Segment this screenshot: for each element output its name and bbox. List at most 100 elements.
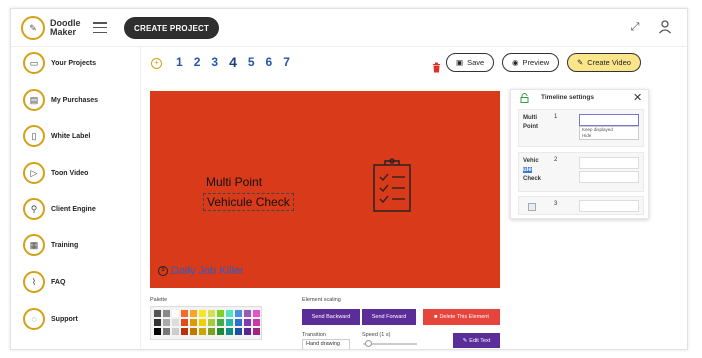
timeline-row-index: 1 <box>554 114 558 120</box>
color-swatch[interactable] <box>181 328 188 335</box>
eye-icon: ◉ <box>512 58 519 67</box>
close-icon[interactable]: ✕ <box>633 91 642 104</box>
send-forward-button[interactable]: Send Forward <box>362 309 416 325</box>
timeline-display-select[interactable] <box>579 200 639 212</box>
timeline-row-index: 3 <box>554 201 558 207</box>
color-swatch[interactable] <box>244 310 251 317</box>
sidebar-item-label: FAQ <box>51 278 66 286</box>
transition-label: Transition <box>302 332 326 338</box>
menu-icon[interactable] <box>93 22 107 33</box>
slide-6-button[interactable]: 6 <box>266 55 273 70</box>
timeline-row: Multi Point 1 Keep displayed Hide <box>518 109 644 147</box>
sidebar-item-white-label[interactable]: ▯ White Label <box>23 124 90 148</box>
color-swatch[interactable] <box>235 319 242 326</box>
color-swatch[interactable] <box>172 319 179 326</box>
edit-icon: ✎ <box>462 337 468 344</box>
color-swatch[interactable] <box>208 319 215 326</box>
send-backward-button[interactable]: Send Backward <box>302 309 360 325</box>
color-swatch[interactable] <box>235 310 242 317</box>
timeline-row-index: 2 <box>554 157 558 163</box>
slide-canvas[interactable]: Multi Point Vehicule Check $ Daily Job K… <box>150 91 500 288</box>
add-slide-button[interactable]: + <box>151 58 162 69</box>
color-swatch[interactable] <box>172 310 179 317</box>
color-swatch[interactable] <box>253 319 260 326</box>
image-thumbnail-icon <box>528 203 536 211</box>
brand-watermark: $ Daily Job Killer <box>158 265 244 277</box>
speed-label: Speed (1 s) <box>362 332 391 338</box>
color-swatch[interactable] <box>172 328 179 335</box>
sidebar-item-my-purchases[interactable]: ▤ My Purchases <box>23 88 98 112</box>
name-part: Check <box>523 176 542 182</box>
save-button[interactable]: ▣ Save <box>446 53 495 72</box>
color-swatch[interactable] <box>217 310 224 317</box>
slide-1-button[interactable]: 1 <box>176 55 183 70</box>
color-swatch[interactable] <box>199 319 206 326</box>
color-swatch[interactable] <box>163 310 170 317</box>
color-swatch[interactable] <box>199 328 206 335</box>
speed-slider-handle[interactable] <box>365 340 372 347</box>
delete-element-label: Delete This Element <box>439 314 489 320</box>
color-swatch[interactable] <box>181 319 188 326</box>
preview-button[interactable]: ◉ Preview <box>502 53 560 72</box>
color-swatch[interactable] <box>244 319 251 326</box>
color-swatch[interactable] <box>226 310 233 317</box>
timeline-display-select[interactable] <box>579 157 639 169</box>
sidebar-item-label: Client Engine <box>51 205 96 213</box>
color-swatch[interactable] <box>181 310 188 317</box>
canvas-text-line1[interactable]: Multi Point <box>206 175 262 189</box>
user-icon[interactable] <box>657 19 673 35</box>
option-hide[interactable]: Hide <box>580 133 638 139</box>
sidebar-item-toon-video[interactable]: ▷ Toon Video <box>23 161 88 185</box>
color-swatch[interactable] <box>163 319 170 326</box>
create-video-button[interactable]: ✎ Create Video <box>567 53 641 72</box>
color-swatch[interactable] <box>190 328 197 335</box>
slide-5-button[interactable]: 5 <box>248 55 255 70</box>
color-swatch[interactable] <box>244 328 251 335</box>
color-swatch[interactable] <box>163 328 170 335</box>
paperclip-icon: ⌇ <box>23 271 45 293</box>
canvas-text-line2[interactable]: Vehicule Check <box>203 193 294 211</box>
color-swatch[interactable] <box>154 310 161 317</box>
sidebar-item-client-engine[interactable]: ⚲ Client Engine <box>23 197 96 221</box>
slide-3-button[interactable]: 3 <box>211 55 218 70</box>
color-swatch[interactable] <box>190 310 197 317</box>
logo-text: Doodle Maker <box>50 19 81 37</box>
logo[interactable]: ✎ Doodle Maker <box>21 16 81 40</box>
delete-element-button[interactable]: ■ Delete This Element <box>423 309 500 325</box>
sidebar-item-faq[interactable]: ⌇ FAQ <box>23 270 65 294</box>
transition-select[interactable]: Hand drawing <box>302 339 350 349</box>
slide-2-button[interactable]: 2 <box>194 55 201 70</box>
create-project-button[interactable]: CREATE PROJECT <box>124 17 220 39</box>
trash-icon[interactable] <box>432 62 441 73</box>
timeline-delay-input[interactable] <box>579 171 639 183</box>
sidebar-item-support[interactable]: ◌ Support <box>23 307 78 331</box>
fullscreen-icon[interactable]: ⤢ <box>628 20 642 34</box>
clipboard-checklist-icon[interactable] <box>370 157 414 213</box>
sidebar-item-training[interactable]: ▦ Training <box>23 233 78 257</box>
color-swatch[interactable] <box>154 328 161 335</box>
color-swatch[interactable] <box>217 319 224 326</box>
color-swatch[interactable] <box>154 319 161 326</box>
color-swatch[interactable] <box>208 328 215 335</box>
color-swatch[interactable] <box>226 328 233 335</box>
slide-7-button[interactable]: 7 <box>283 55 290 70</box>
color-swatch[interactable] <box>253 310 260 317</box>
timeline-row-name: Multi Point <box>523 115 538 130</box>
color-swatch[interactable] <box>199 310 206 317</box>
color-swatch[interactable] <box>208 310 215 317</box>
color-swatch[interactable] <box>235 328 242 335</box>
color-swatch[interactable] <box>190 319 197 326</box>
sidebar-item-your-projects[interactable]: ▭ Your Projects <box>23 51 96 75</box>
save-icon: ▣ <box>456 58 464 67</box>
color-swatch[interactable] <box>253 328 260 335</box>
edit-text-button[interactable]: ✎ Edit Text <box>453 333 500 348</box>
lock-icon[interactable] <box>520 93 529 103</box>
training-icon: ▦ <box>23 234 45 256</box>
top-bar: ✎ Doodle Maker CREATE PROJECT ⤢ <box>11 9 687 47</box>
logo-line2: Maker <box>50 27 77 37</box>
name-part: Vehic <box>523 158 539 164</box>
timeline-display-select[interactable] <box>579 114 639 126</box>
color-swatch[interactable] <box>217 328 224 335</box>
color-swatch[interactable] <box>226 319 233 326</box>
slide-4-button[interactable]: 4 <box>229 54 237 70</box>
